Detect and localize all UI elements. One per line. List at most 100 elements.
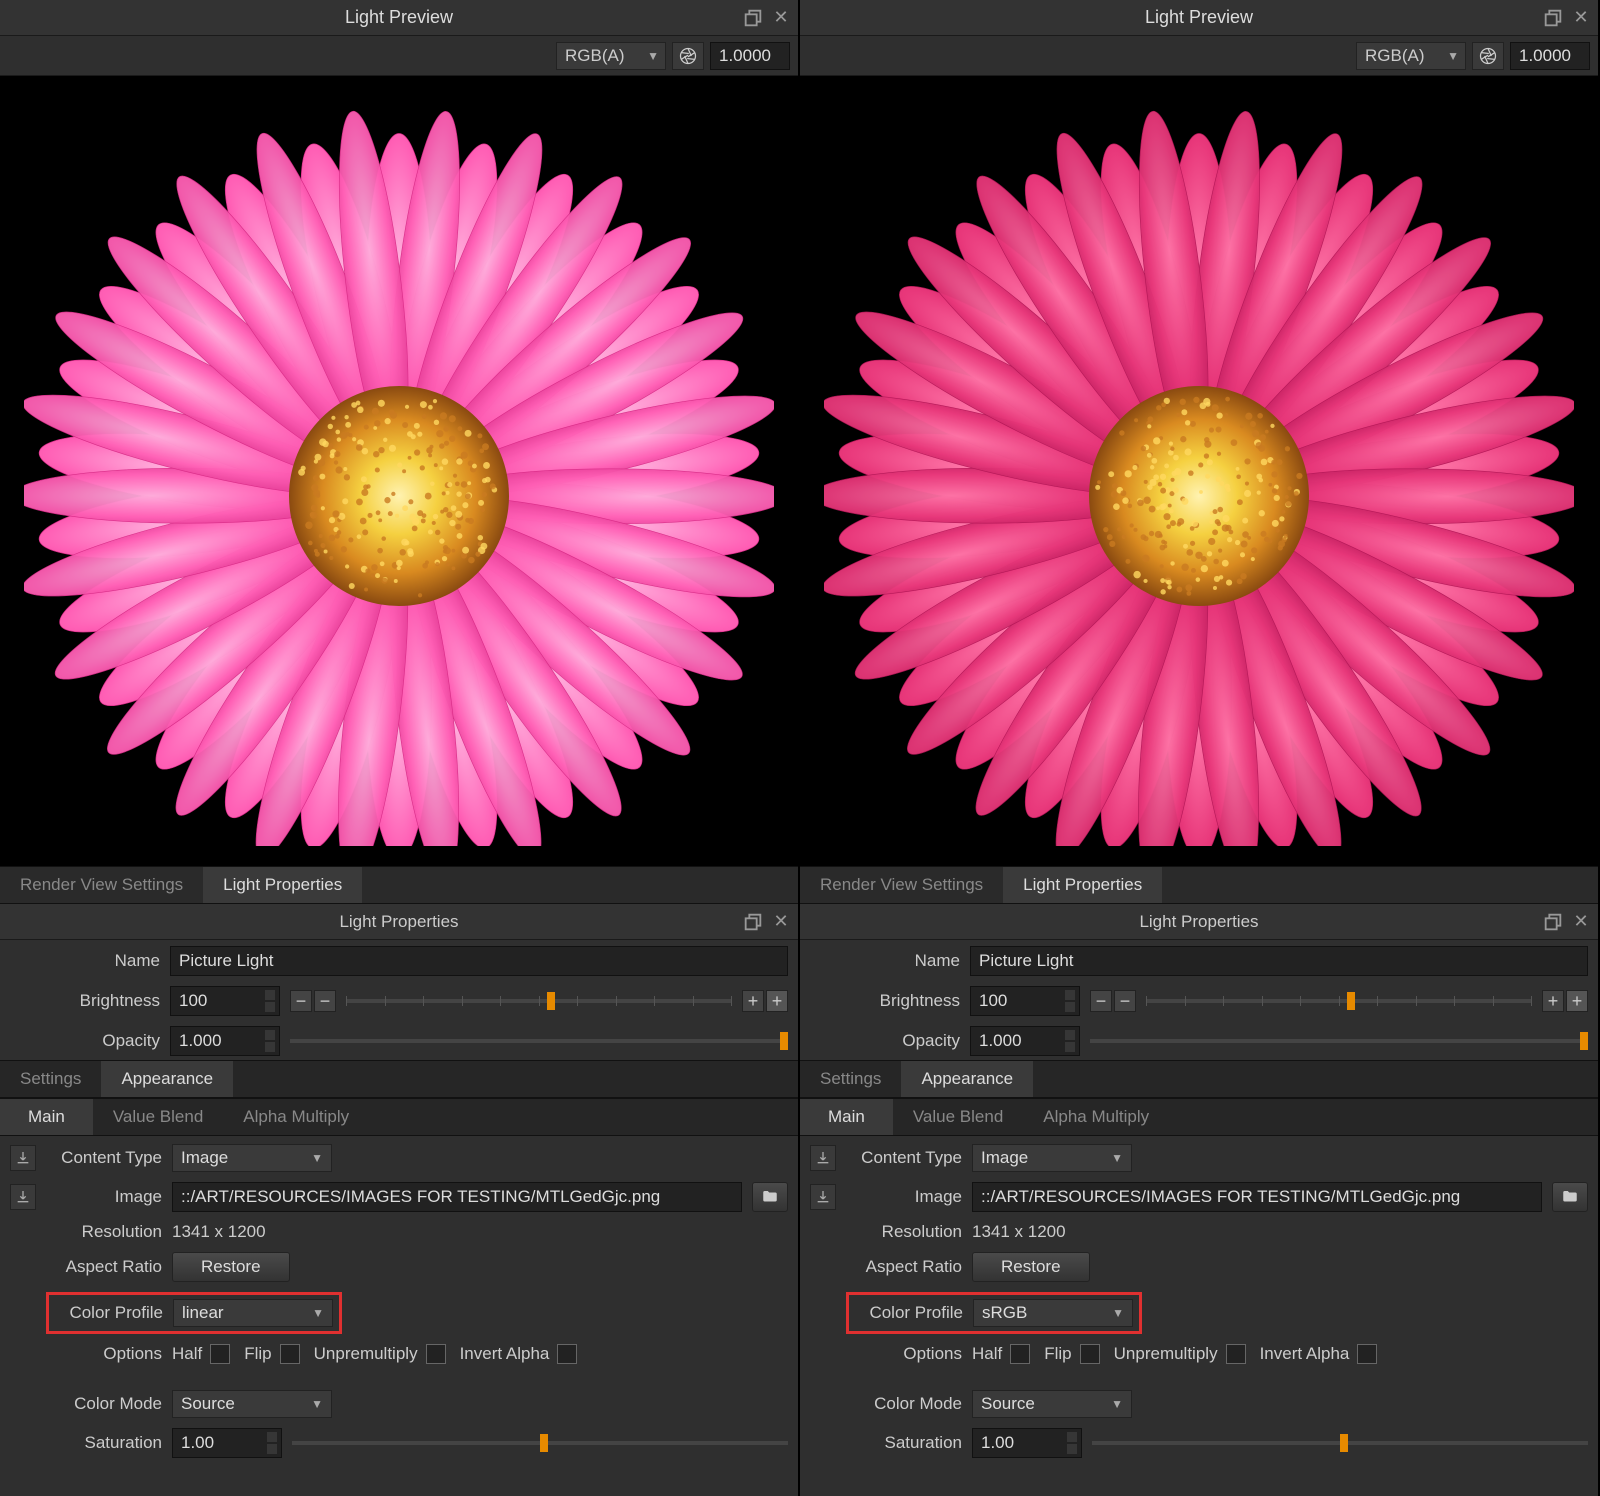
exposure-value: 1.0000	[1519, 46, 1571, 66]
download-icon[interactable]	[810, 1145, 836, 1171]
opt-half-label: Half	[972, 1344, 1002, 1364]
browse-button[interactable]	[1552, 1182, 1588, 1212]
undock-icon[interactable]	[1542, 911, 1564, 933]
opacity-slider[interactable]	[1090, 1026, 1588, 1056]
channel-dropdown[interactable]: RGB(A) ▼	[1356, 42, 1466, 70]
saturation-input[interactable]: 1.00	[172, 1428, 282, 1458]
chevron-down-icon: ▼	[1447, 49, 1459, 63]
brightness-label: Brightness	[810, 991, 960, 1011]
image-path-input[interactable]: ::/ART/RESOURCES/IMAGES FOR TESTING/MTLG…	[972, 1182, 1542, 1212]
opt-unpremultiply-checkbox[interactable]	[426, 1344, 446, 1364]
close-icon[interactable]: ✕	[770, 7, 792, 29]
image-path-input[interactable]: ::/ART/RESOURCES/IMAGES FOR TESTING/MTLG…	[172, 1182, 742, 1212]
chevron-down-icon: ▼	[311, 1397, 323, 1411]
brightness-minus[interactable]: −	[1114, 990, 1136, 1012]
panel-right: Light Preview ✕ RGB(A) ▼ 1.0000 Render V…	[800, 0, 1600, 1496]
aspect-ratio-label: Aspect Ratio	[846, 1257, 962, 1277]
opt-unpremultiply-checkbox[interactable]	[1226, 1344, 1246, 1364]
brightness-input[interactable]: 100	[970, 986, 1080, 1016]
chevron-down-icon: ▼	[1111, 1151, 1123, 1165]
saturation-slider[interactable]	[292, 1428, 788, 1458]
color-mode-label: Color Mode	[846, 1394, 962, 1414]
saturation-slider[interactable]	[1092, 1428, 1588, 1458]
brightness-plus[interactable]: +	[1542, 990, 1564, 1012]
color-profile-select[interactable]: linear▼	[173, 1299, 333, 1327]
download-icon[interactable]	[810, 1184, 836, 1210]
props-title: Light Properties	[339, 912, 458, 932]
name-input[interactable]: Picture Light	[170, 946, 788, 976]
restore-button[interactable]: Restore	[972, 1252, 1090, 1282]
opt-flip-checkbox[interactable]	[280, 1344, 300, 1364]
undock-icon[interactable]	[742, 911, 764, 933]
download-icon[interactable]	[10, 1184, 36, 1210]
opacity-input[interactable]: 1.000	[170, 1026, 280, 1056]
opt-invert-alpha-checkbox[interactable]	[557, 1344, 577, 1364]
brightness-plus-big[interactable]: +	[1566, 990, 1588, 1012]
tab-value-blend[interactable]: Value Blend	[893, 1099, 1023, 1135]
brightness-minus-small[interactable]: −	[290, 990, 312, 1012]
brightness-minus[interactable]: −	[314, 990, 336, 1012]
color-profile-select[interactable]: sRGB▼	[973, 1299, 1133, 1327]
exposure-field[interactable]: 1.0000	[1510, 42, 1590, 70]
tab-appearance[interactable]: Appearance	[901, 1061, 1033, 1097]
channel-dropdown[interactable]: RGB(A) ▼	[556, 42, 666, 70]
tab-light-properties[interactable]: Light Properties	[1003, 867, 1162, 903]
brightness-plus-big[interactable]: +	[766, 990, 788, 1012]
saturation-label: Saturation	[46, 1433, 162, 1453]
top-tabs: Render View Settings Light Properties	[800, 866, 1598, 904]
content-type-select[interactable]: Image▼	[972, 1144, 1132, 1172]
restore-button[interactable]: Restore	[172, 1252, 290, 1282]
name-input[interactable]: Picture Light	[970, 946, 1588, 976]
appearance-subtabs: Main Value Blend Alpha Multiply	[0, 1098, 798, 1136]
tab-value-blend[interactable]: Value Blend	[93, 1099, 223, 1135]
exposure-field[interactable]: 1.0000	[710, 42, 790, 70]
undock-icon[interactable]	[742, 7, 764, 29]
opt-half-checkbox[interactable]	[1010, 1344, 1030, 1364]
close-icon[interactable]: ✕	[770, 911, 792, 933]
preview-viewport[interactable]	[800, 76, 1598, 866]
exposure-value: 1.0000	[719, 46, 771, 66]
tab-settings[interactable]: Settings	[0, 1061, 101, 1097]
close-icon[interactable]: ✕	[1570, 911, 1592, 933]
tab-main[interactable]: Main	[800, 1099, 893, 1135]
aperture-button[interactable]	[1472, 42, 1504, 70]
resolution-label: Resolution	[846, 1222, 962, 1242]
brightness-label: Brightness	[10, 991, 160, 1011]
opacity-label: Opacity	[10, 1031, 160, 1051]
download-icon[interactable]	[10, 1145, 36, 1171]
brightness-input[interactable]: 100	[170, 986, 280, 1016]
saturation-input[interactable]: 1.00	[972, 1428, 1082, 1458]
opt-flip-checkbox[interactable]	[1080, 1344, 1100, 1364]
opt-flip-label: Flip	[244, 1344, 271, 1364]
content-type-select[interactable]: Image▼	[172, 1144, 332, 1172]
tab-appearance[interactable]: Appearance	[101, 1061, 233, 1097]
aperture-button[interactable]	[672, 42, 704, 70]
opt-invert-alpha-checkbox[interactable]	[1357, 1344, 1377, 1364]
top-tabs: Render View Settings Light Properties	[0, 866, 798, 904]
undock-icon[interactable]	[1542, 7, 1564, 29]
tab-main[interactable]: Main	[0, 1099, 93, 1135]
opacity-slider[interactable]	[290, 1026, 788, 1056]
tab-alpha-multiply[interactable]: Alpha Multiply	[1023, 1099, 1169, 1135]
opt-half-checkbox[interactable]	[210, 1344, 230, 1364]
tab-render-view[interactable]: Render View Settings	[800, 867, 1003, 903]
panel-left: Light Preview ✕ RGB(A) ▼ 1.0000 Render V…	[0, 0, 800, 1496]
close-icon[interactable]: ✕	[1570, 7, 1592, 29]
brightness-slider[interactable]	[1146, 986, 1532, 1016]
color-mode-select[interactable]: Source▼	[172, 1390, 332, 1418]
color-mode-select[interactable]: Source▼	[972, 1390, 1132, 1418]
brightness-plus[interactable]: +	[742, 990, 764, 1012]
tab-render-view[interactable]: Render View Settings	[0, 867, 203, 903]
settings-appearance-tabs: Settings Appearance	[0, 1060, 798, 1098]
opt-unpremultiply-label: Unpremultiply	[314, 1344, 418, 1364]
brightness-minus-small[interactable]: −	[1090, 990, 1112, 1012]
browse-button[interactable]	[752, 1182, 788, 1212]
brightness-slider[interactable]	[346, 986, 732, 1016]
opacity-input[interactable]: 1.000	[970, 1026, 1080, 1056]
content-type-label: Content Type	[46, 1148, 162, 1168]
tab-settings[interactable]: Settings	[800, 1061, 901, 1097]
tab-alpha-multiply[interactable]: Alpha Multiply	[223, 1099, 369, 1135]
tab-light-properties[interactable]: Light Properties	[203, 867, 362, 903]
preview-viewport[interactable]	[0, 76, 798, 866]
resolution-label: Resolution	[46, 1222, 162, 1242]
